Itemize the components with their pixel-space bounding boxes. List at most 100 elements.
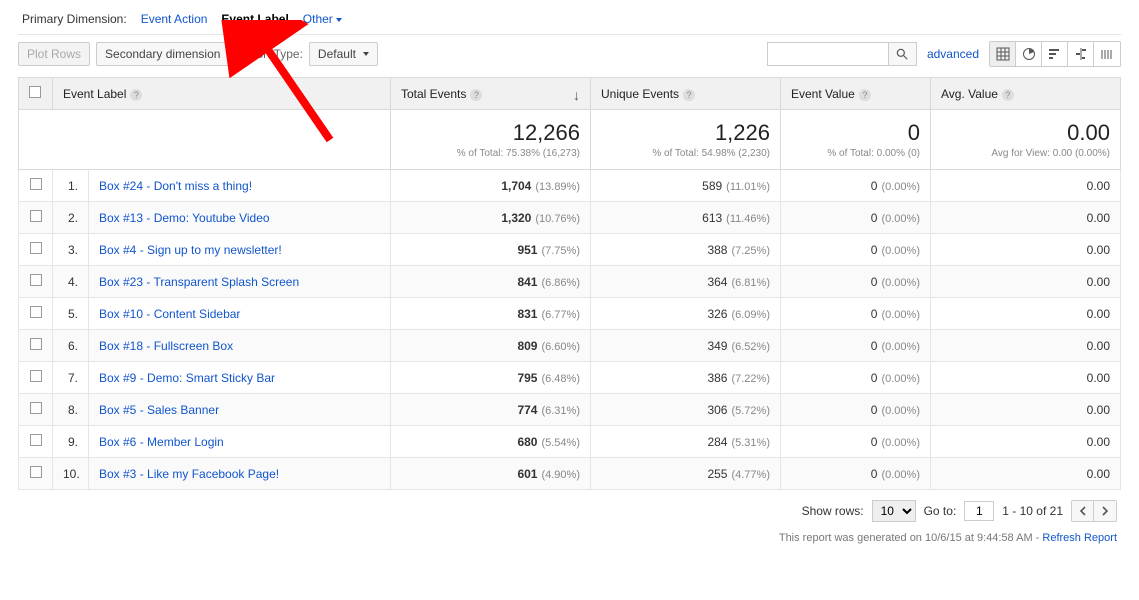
summary-total-sub: % of Total: 75.38% (16,273) bbox=[401, 148, 580, 159]
row-total-events: 774(6.31%) bbox=[391, 394, 591, 426]
view-table-button[interactable] bbox=[990, 42, 1016, 66]
row-checkbox[interactable] bbox=[30, 178, 42, 190]
row-index: 8. bbox=[53, 394, 89, 426]
help-icon[interactable]: ? bbox=[470, 89, 482, 101]
row-total-events: 601(4.90%) bbox=[391, 458, 591, 490]
header-total-events[interactable]: Total Events? ↓ bbox=[391, 78, 591, 110]
summary-row: 12,266% of Total: 75.38% (16,273) 1,226%… bbox=[19, 110, 1121, 170]
row-checkbox[interactable] bbox=[30, 306, 42, 318]
table-row: 3.Box #4 - Sign up to my newsletter!951(… bbox=[19, 234, 1121, 266]
header-event-value[interactable]: Event Value? bbox=[781, 78, 931, 110]
row-unique-events: 326(6.09%) bbox=[591, 298, 781, 330]
row-checkbox[interactable] bbox=[30, 210, 42, 222]
prev-page-button[interactable] bbox=[1072, 501, 1094, 521]
refresh-report-link[interactable]: Refresh Report bbox=[1042, 532, 1117, 544]
view-performance-button[interactable] bbox=[1042, 42, 1068, 66]
summary-unique-sub: % of Total: 54.98% (2,230) bbox=[601, 148, 770, 159]
goto-label: Go to: bbox=[924, 504, 957, 518]
search-button[interactable] bbox=[888, 43, 916, 65]
next-page-button[interactable] bbox=[1094, 501, 1116, 521]
help-icon[interactable]: ? bbox=[683, 89, 695, 101]
row-unique-events: 284(5.31%) bbox=[591, 426, 781, 458]
row-unique-events: 613(11.46%) bbox=[591, 202, 781, 234]
search-input[interactable] bbox=[768, 43, 888, 65]
row-avg-value: 0.00 bbox=[931, 394, 1121, 426]
row-index: 5. bbox=[53, 298, 89, 330]
view-comparison-button[interactable] bbox=[1068, 42, 1094, 66]
event-label-link[interactable]: Box #6 - Member Login bbox=[89, 426, 391, 458]
dimension-other[interactable]: Other bbox=[303, 12, 342, 26]
summary-avg-sub: Avg for View: 0.00 (0.00%) bbox=[941, 148, 1110, 159]
event-label-link[interactable]: Box #18 - Fullscreen Box bbox=[89, 330, 391, 362]
header-event-label[interactable]: Event Label? bbox=[53, 78, 391, 110]
row-unique-events: 349(6.52%) bbox=[591, 330, 781, 362]
sort-type-value: Default bbox=[318, 47, 356, 61]
dimension-other-label: Other bbox=[303, 12, 333, 26]
chevron-down-icon bbox=[227, 52, 233, 56]
row-unique-events: 255(4.77%) bbox=[591, 458, 781, 490]
sort-type-button[interactable]: Default bbox=[309, 42, 378, 66]
header-avg-value[interactable]: Avg. Value? bbox=[931, 78, 1121, 110]
header-unique-events[interactable]: Unique Events? bbox=[591, 78, 781, 110]
table-row: 1.Box #24 - Don't miss a thing!1,704(13.… bbox=[19, 170, 1121, 202]
table-row: 5.Box #10 - Content Sidebar831(6.77%)326… bbox=[19, 298, 1121, 330]
row-total-events: 1,320(10.76%) bbox=[391, 202, 591, 234]
table-icon bbox=[996, 47, 1010, 61]
show-rows-select[interactable]: 10 bbox=[872, 500, 916, 522]
row-avg-value: 0.00 bbox=[931, 170, 1121, 202]
row-total-events: 951(7.75%) bbox=[391, 234, 591, 266]
table-row: 4.Box #23 - Transparent Splash Screen841… bbox=[19, 266, 1121, 298]
row-index: 7. bbox=[53, 362, 89, 394]
view-pie-button[interactable] bbox=[1016, 42, 1042, 66]
events-table: Event Label? Total Events? ↓ Unique Event… bbox=[18, 77, 1121, 490]
row-event-value: 0(0.00%) bbox=[781, 458, 931, 490]
row-total-events: 795(6.48%) bbox=[391, 362, 591, 394]
plot-rows-button: Plot Rows bbox=[18, 42, 90, 66]
help-icon[interactable]: ? bbox=[859, 89, 871, 101]
row-avg-value: 0.00 bbox=[931, 362, 1121, 394]
help-icon[interactable]: ? bbox=[130, 89, 142, 101]
row-total-events: 841(6.86%) bbox=[391, 266, 591, 298]
row-event-value: 0(0.00%) bbox=[781, 394, 931, 426]
row-event-value: 0(0.00%) bbox=[781, 266, 931, 298]
row-unique-events: 386(7.22%) bbox=[591, 362, 781, 394]
chevron-down-icon bbox=[336, 18, 342, 22]
row-checkbox[interactable] bbox=[30, 402, 42, 414]
event-label-link[interactable]: Box #9 - Demo: Smart Sticky Bar bbox=[89, 362, 391, 394]
row-total-events: 1,704(13.89%) bbox=[391, 170, 591, 202]
sort-desc-icon: ↓ bbox=[573, 87, 580, 103]
secondary-dimension-button[interactable]: Secondary dimension bbox=[96, 42, 242, 66]
row-index: 10. bbox=[53, 458, 89, 490]
goto-input[interactable] bbox=[964, 501, 994, 521]
row-index: 4. bbox=[53, 266, 89, 298]
row-checkbox[interactable] bbox=[30, 242, 42, 254]
row-checkbox[interactable] bbox=[30, 466, 42, 478]
footer-text: This report was generated on 10/6/15 at … bbox=[779, 532, 1043, 544]
help-icon[interactable]: ? bbox=[1002, 89, 1014, 101]
event-label-link[interactable]: Box #3 - Like my Facebook Page! bbox=[89, 458, 391, 490]
event-label-link[interactable]: Box #10 - Content Sidebar bbox=[89, 298, 391, 330]
event-label-link[interactable]: Box #23 - Transparent Splash Screen bbox=[89, 266, 391, 298]
summary-eventvalue-value: 0 bbox=[791, 120, 920, 146]
row-checkbox[interactable] bbox=[30, 434, 42, 446]
advanced-link[interactable]: advanced bbox=[927, 47, 979, 61]
row-avg-value: 0.00 bbox=[931, 266, 1121, 298]
select-all-checkbox[interactable] bbox=[29, 86, 41, 98]
row-checkbox[interactable] bbox=[30, 370, 42, 382]
header-event-label-text: Event Label bbox=[63, 87, 126, 101]
event-label-link[interactable]: Box #4 - Sign up to my newsletter! bbox=[89, 234, 391, 266]
row-checkbox[interactable] bbox=[30, 274, 42, 286]
row-checkbox[interactable] bbox=[30, 338, 42, 350]
header-total-events-text: Total Events bbox=[401, 87, 466, 101]
event-label-link[interactable]: Box #5 - Sales Banner bbox=[89, 394, 391, 426]
comparison-icon bbox=[1074, 47, 1088, 61]
view-pivot-button[interactable] bbox=[1094, 42, 1120, 66]
header-checkbox-cell bbox=[19, 78, 53, 110]
pie-icon bbox=[1022, 47, 1036, 61]
row-index: 9. bbox=[53, 426, 89, 458]
event-label-link[interactable]: Box #24 - Don't miss a thing! bbox=[89, 170, 391, 202]
dimension-event-action[interactable]: Event Action bbox=[141, 12, 208, 26]
row-index: 1. bbox=[53, 170, 89, 202]
dimension-event-label[interactable]: Event Label bbox=[221, 12, 288, 26]
event-label-link[interactable]: Box #13 - Demo: Youtube Video bbox=[89, 202, 391, 234]
